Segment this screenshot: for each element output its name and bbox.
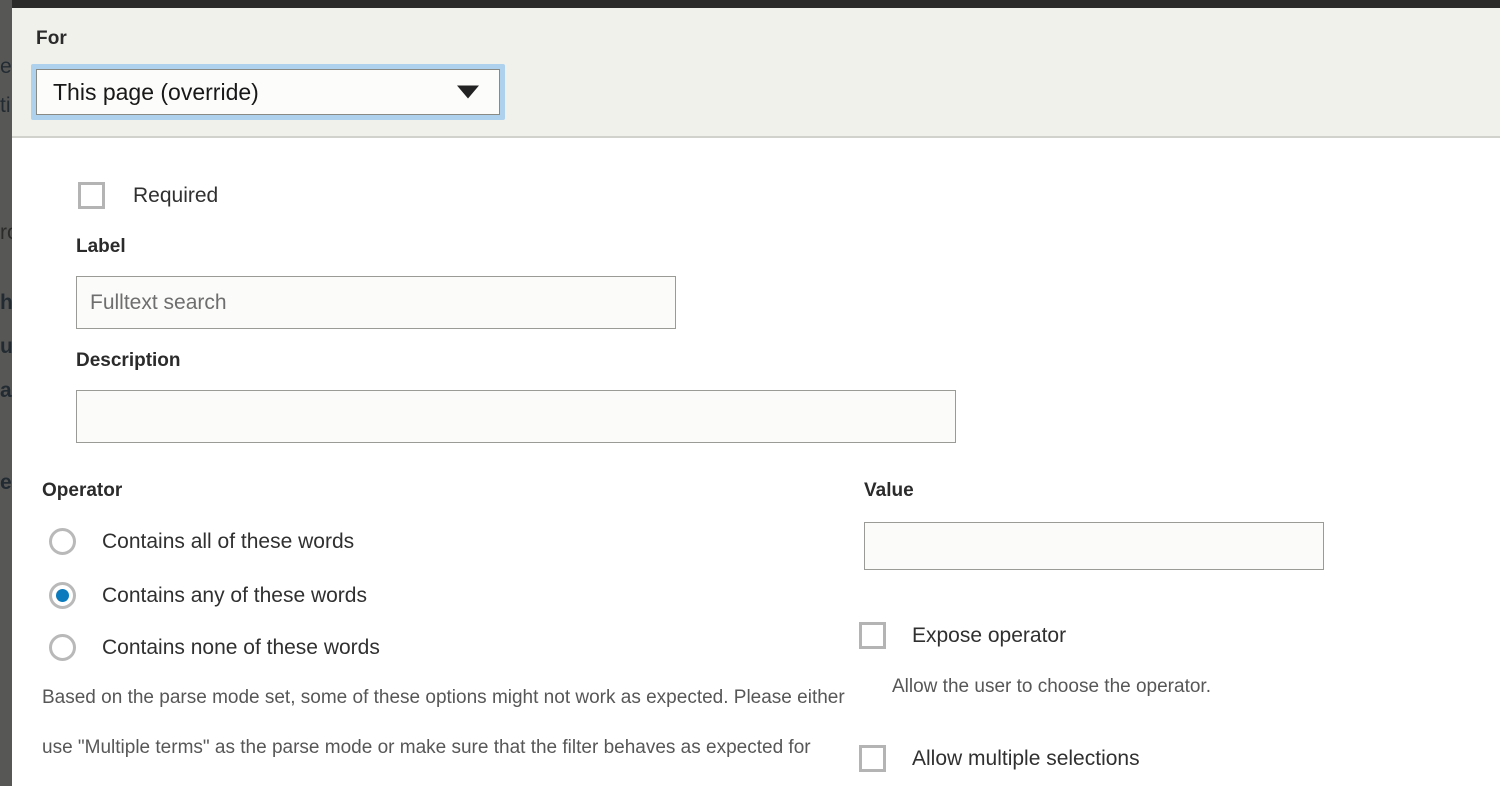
for-select-value: This page (override) <box>53 78 259 105</box>
for-select[interactable]: This page (override) <box>36 69 500 115</box>
description-input[interactable] <box>76 390 956 443</box>
expose-operator-checkbox[interactable] <box>859 622 886 649</box>
expose-operator-label: Expose operator <box>912 623 1067 647</box>
for-select-focus-ring: This page (override) <box>31 64 505 120</box>
operator-option-contains-none[interactable]: Contains none of these words <box>49 634 380 661</box>
operator-option-label: Contains none of these words <box>102 635 380 659</box>
value-field-label: Value <box>864 480 914 501</box>
chevron-down-icon <box>457 85 479 99</box>
allow-multiple-row[interactable]: Allow multiple selections <box>859 745 1140 772</box>
dialog-titlebar <box>12 0 1500 8</box>
required-checkbox[interactable] <box>78 182 105 209</box>
operator-group-label: Operator <box>42 480 123 501</box>
expose-operator-help-text: Allow the user to choose the operator. <box>892 676 1211 697</box>
operator-option-label: Contains any of these words <box>102 583 367 607</box>
operator-radio-contains-any[interactable] <box>49 582 76 609</box>
operator-option-contains-any[interactable]: Contains any of these words <box>49 582 367 609</box>
label-input-value: Fulltext search <box>90 291 227 314</box>
label-input[interactable]: Fulltext search <box>76 276 676 329</box>
required-checkbox-row[interactable]: Required <box>78 182 218 209</box>
operator-help-text: Based on the parse mode set, some of the… <box>42 687 845 758</box>
expose-operator-row[interactable]: Expose operator <box>859 622 1066 649</box>
dialog-header: For This page (override) <box>12 8 1500 138</box>
allow-multiple-label: Allow multiple selections <box>912 746 1140 770</box>
required-label: Required <box>133 183 219 207</box>
operator-radio-contains-all[interactable] <box>49 528 76 555</box>
for-label: For <box>36 28 67 49</box>
description-field-label: Description <box>76 350 181 371</box>
filter-configuration-dialog: For This page (override) Required Label … <box>12 0 1500 786</box>
value-input[interactable] <box>864 522 1324 570</box>
label-field-label: Label <box>76 236 126 257</box>
dialog-body: Required Label Fulltext search Descripti… <box>12 140 1500 786</box>
modal-overlay-veil <box>0 0 12 786</box>
operator-option-label: Contains all of these words <box>102 529 355 553</box>
operator-option-contains-all[interactable]: Contains all of these words <box>49 528 354 555</box>
allow-multiple-checkbox[interactable] <box>859 745 886 772</box>
operator-radio-contains-none[interactable] <box>49 634 76 661</box>
